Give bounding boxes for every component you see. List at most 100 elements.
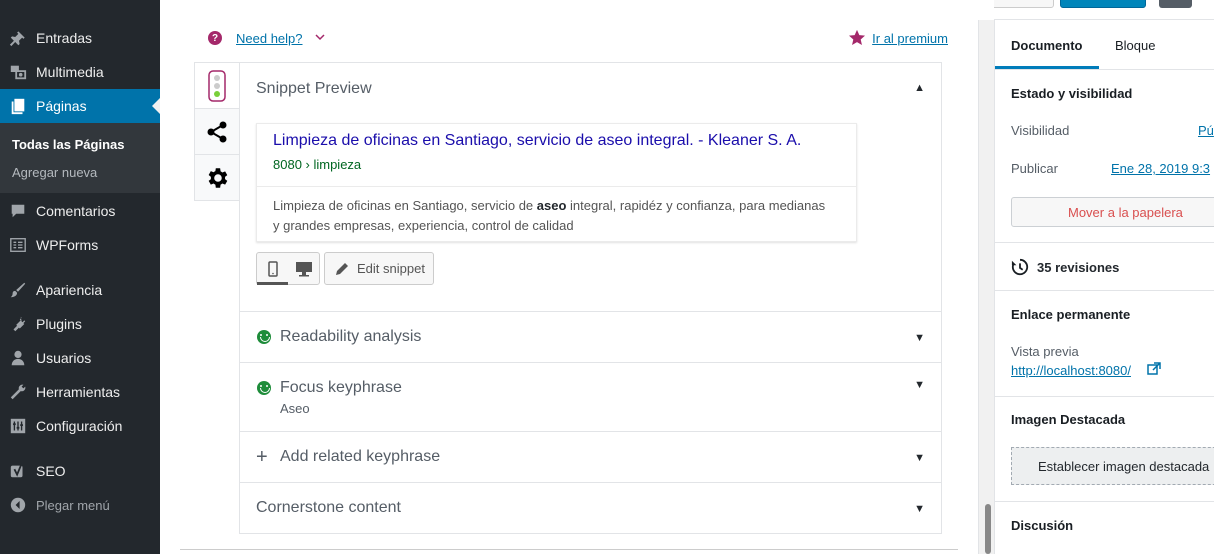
menu-item-entradas[interactable]: Entradas	[0, 21, 160, 55]
divider	[995, 242, 1214, 243]
question-icon: ?	[208, 31, 222, 45]
revisions-label: 35 revisiones	[1037, 259, 1120, 275]
share-icon	[207, 121, 227, 142]
menu-label: Apariencia	[36, 282, 103, 298]
yoast-tab-column	[194, 62, 240, 201]
related-keyphrase-heading: Add related keyphrase	[280, 448, 441, 465]
yoast-metabox: Snippet Preview ▲ Limpieza de oficinas e…	[239, 62, 942, 534]
settings-toggle-button[interactable]	[1159, 0, 1192, 8]
visibility-label: Visibilidad	[1011, 123, 1070, 138]
submenu-all-pages[interactable]: Todas las Páginas	[12, 137, 124, 152]
premium-link[interactable]: Ir al premium	[872, 31, 948, 46]
menu-item-configuracion[interactable]: Configuración	[0, 409, 160, 443]
menu-item-paginas[interactable]: Páginas	[0, 89, 160, 123]
snippet-preview-section: Snippet Preview ▲ Limpieza de oficinas e…	[240, 63, 941, 312]
forms-icon	[0, 236, 36, 254]
scrollbar[interactable]	[978, 20, 994, 554]
mobile-icon	[267, 260, 278, 277]
traffic-light-icon	[208, 69, 226, 102]
gear-icon	[208, 168, 228, 188]
snippet-divider	[257, 186, 856, 187]
external-link-icon	[1147, 362, 1161, 379]
mobile-preview-button[interactable]	[257, 253, 288, 285]
menu-item-apariencia[interactable]: Apariencia	[0, 273, 160, 307]
device-toggle	[256, 252, 320, 285]
edit-snippet-button[interactable]: Edit snippet	[324, 252, 434, 285]
expand-arrow-icon[interactable]: ▼	[914, 379, 925, 391]
good-smiley-icon	[257, 381, 271, 395]
history-icon	[1011, 258, 1029, 276]
tab-seo[interactable]	[195, 63, 240, 109]
menu-label: Plugins	[36, 316, 82, 332]
menu-item-seo[interactable]: SEO	[0, 454, 160, 488]
visibility-value-link[interactable]: Pú	[1198, 123, 1214, 138]
expand-arrow-icon[interactable]: ▼	[914, 452, 925, 464]
preview-url-link[interactable]: http://localhost:8080/	[1011, 363, 1131, 378]
tab-document[interactable]: Documento	[1011, 38, 1083, 53]
admin-sidebar: Entradas Multimedia Páginas Todas las Pá…	[0, 0, 160, 554]
divider	[995, 501, 1214, 502]
user-icon	[0, 349, 36, 367]
readability-section[interactable]: Readability analysis ▼	[240, 312, 941, 363]
expand-arrow-icon[interactable]: ▼	[914, 332, 925, 344]
snippet-url: 8080 › limpieza	[273, 157, 362, 172]
chevron-down-icon[interactable]	[314, 33, 325, 44]
tab-advanced[interactable]	[195, 155, 239, 201]
submenu: Todas las Páginas Agregar nueva	[0, 123, 160, 193]
permalink-heading[interactable]: Enlace permanente	[1011, 307, 1130, 322]
yoast-icon	[0, 462, 36, 480]
plug-icon	[0, 315, 36, 333]
menu-item-comentarios[interactable]: Comentarios	[0, 194, 160, 228]
menu-item-plugins[interactable]: Plugins	[0, 307, 160, 341]
menu-label: WPForms	[36, 237, 99, 253]
snippet-preview-heading[interactable]: Snippet Preview	[256, 80, 372, 98]
menu-item-usuarios[interactable]: Usuarios	[0, 341, 160, 375]
set-featured-image-button[interactable]: Establecer imagen destacada	[1011, 447, 1214, 485]
plus-icon: +	[256, 446, 268, 468]
menu-label: SEO	[36, 463, 66, 479]
settings-tabs: Documento Bloque	[995, 20, 1214, 70]
help-row: ? Need help? Ir al premium	[208, 28, 948, 48]
publish-date-link[interactable]: Ene 28, 2019 9:3	[1111, 161, 1210, 176]
comment-icon	[0, 202, 36, 220]
collapse-label: Plegar menú	[36, 497, 110, 513]
menu-label: Usuarios	[36, 350, 92, 366]
menu-item-wpforms[interactable]: WPForms	[0, 228, 160, 262]
settings-sidebar: Documento Bloque Estado y visibilidad Vi…	[994, 20, 1214, 554]
divider	[995, 396, 1214, 397]
publish-button[interactable]	[1060, 0, 1146, 8]
media-icon	[0, 63, 36, 81]
divider	[180, 549, 958, 550]
need-help-link[interactable]: Need help?	[236, 31, 303, 46]
focus-keyphrase-heading: Focus keyphrase	[280, 379, 402, 396]
move-to-trash-button[interactable]: Mover a la papelera	[1011, 197, 1214, 227]
premium-link-wrap[interactable]: Ir al premium	[848, 29, 948, 47]
star-icon	[849, 29, 866, 46]
collapse-icon	[0, 497, 36, 513]
readability-heading: Readability analysis	[280, 328, 422, 345]
snippet-title[interactable]: Limpieza de oficinas en Santiago, servic…	[273, 132, 801, 150]
expand-arrow-icon[interactable]: ▼	[914, 503, 925, 515]
scrollbar-thumb[interactable]	[985, 504, 991, 554]
menu-item-herramientas[interactable]: Herramientas	[0, 375, 160, 409]
collapse-arrow-icon[interactable]: ▲	[914, 82, 925, 94]
brush-icon	[0, 281, 36, 299]
featured-image-heading[interactable]: Imagen Destacada	[1011, 412, 1125, 427]
good-smiley-icon	[257, 330, 271, 344]
discussion-heading[interactable]: Discusión	[1011, 518, 1073, 533]
related-keyphrase-section[interactable]: + Add related keyphrase ▼	[240, 432, 941, 483]
menu-label: Entradas	[36, 30, 93, 46]
focus-keyphrase-section[interactable]: Focus keyphrase Aseo ▼	[240, 363, 941, 432]
submenu-add-new[interactable]: Agregar nueva	[12, 165, 97, 180]
snippet-description[interactable]: Limpieza de oficinas en Santiago, servic…	[273, 196, 833, 236]
pages-icon	[0, 97, 36, 115]
desktop-preview-button[interactable]	[288, 253, 319, 284]
collapse-menu-button[interactable]: Plegar menú	[0, 488, 160, 522]
tab-block[interactable]: Bloque	[1115, 38, 1155, 53]
editor-main: ? Need help? Ir al premium Snippet Previ…	[160, 0, 994, 554]
tab-social[interactable]	[195, 109, 239, 155]
menu-item-multimedia[interactable]: Multimedia	[0, 55, 160, 89]
status-visibility-heading[interactable]: Estado y visibilidad	[1011, 86, 1132, 101]
revisions-link[interactable]: 35 revisiones	[1011, 258, 1119, 276]
cornerstone-section[interactable]: Cornerstone content ▼	[240, 483, 941, 534]
